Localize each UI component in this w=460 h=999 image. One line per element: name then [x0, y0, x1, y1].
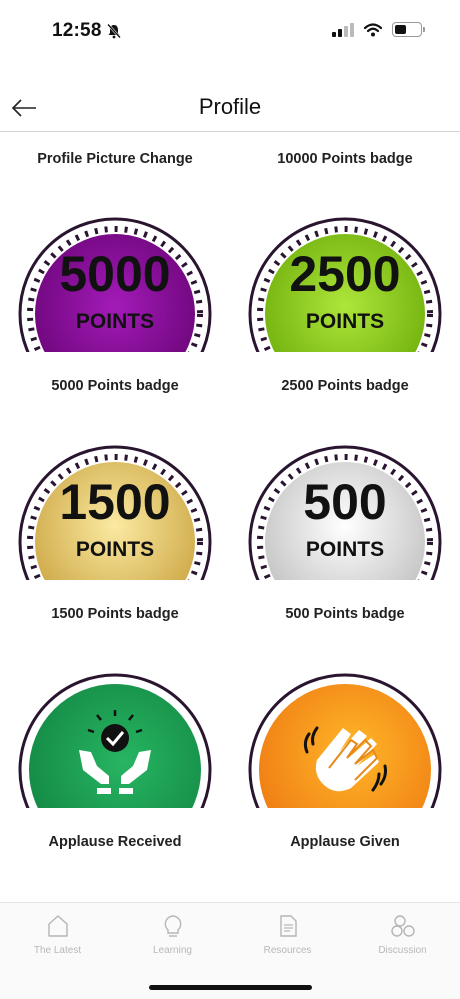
- points-badge-image: 5000 POINTS: [17, 216, 213, 352]
- tab-label: The Latest: [33, 945, 82, 956]
- badge-label: Profile Picture Change: [37, 151, 193, 167]
- badge-tile[interactable]: 500 POINTS 500 Points badge: [230, 444, 460, 672]
- document-icon: [279, 915, 297, 937]
- tab-the-latest[interactable]: The Latest: [0, 903, 115, 956]
- points-badge-image: 500 POINTS: [247, 444, 443, 580]
- badge-tile[interactable]: 2500 POINTS 2500 Points badge: [230, 216, 460, 444]
- badge-label: 10000 Points badge: [277, 151, 413, 167]
- badge-tile[interactable]: 10000 Points badge: [230, 133, 460, 216]
- discussion-icon: [390, 915, 415, 937]
- tab-resources[interactable]: Resources: [230, 903, 345, 956]
- status-time: 12:58: [52, 20, 102, 41]
- badges-list[interactable]: Profile Picture Change 10000 Points badg…: [0, 133, 460, 903]
- tab-label: Resources: [263, 945, 312, 956]
- page-title: Profile: [198, 94, 262, 119]
- bell-off-icon: [107, 23, 121, 39]
- points-badge-image: 2500 POINTS: [247, 216, 443, 352]
- wifi-icon: [364, 22, 382, 36]
- tab-label: Discussion: [378, 945, 427, 956]
- applause-badge-image: [247, 672, 443, 808]
- badge-tile[interactable]: 5000 POINTS 5000 Points badge: [0, 216, 230, 444]
- points-badge-image: 1500 POINTS: [17, 444, 213, 580]
- home-indicator: [149, 985, 312, 990]
- battery-icon: [392, 22, 425, 37]
- badge-label: 2500 Points badge: [281, 378, 409, 394]
- badge-tile[interactable]: 1500 POINTS 1500 Points badge: [0, 444, 230, 672]
- badge-label: Applause Received: [48, 834, 182, 850]
- badge-number: 500: [303, 474, 386, 530]
- nav-bar: Profile: [0, 84, 460, 132]
- badge-tile[interactable]: Profile Picture Change: [0, 133, 230, 216]
- badge-label: 1500 Points badge: [51, 606, 179, 622]
- tab-discussion[interactable]: Discussion: [345, 903, 460, 956]
- badge-word: POINTS: [76, 538, 154, 561]
- badge-label: 500 Points badge: [285, 606, 405, 622]
- badge-number: 5000: [59, 246, 170, 302]
- badge-tile[interactable]: Applause Received: [0, 672, 230, 900]
- badge-word: POINTS: [306, 538, 384, 561]
- status-bar: 12:58: [0, 0, 460, 64]
- badge-label: Applause Given: [290, 834, 400, 850]
- badge-number: 2500: [289, 246, 400, 302]
- badge-word: POINTS: [306, 310, 384, 333]
- tab-learning[interactable]: Learning: [115, 903, 230, 956]
- badge-label: 5000 Points badge: [51, 378, 179, 394]
- home-icon: [47, 915, 68, 937]
- tab-label: Learning: [153, 945, 192, 956]
- lightbulb-icon: [164, 915, 181, 937]
- badge-word: POINTS: [76, 310, 154, 333]
- applause-badge-image: [17, 672, 213, 808]
- badge-number: 1500: [59, 474, 170, 530]
- badge-tile[interactable]: Applause Given: [230, 672, 460, 900]
- cellular-signal-icon: [332, 22, 354, 37]
